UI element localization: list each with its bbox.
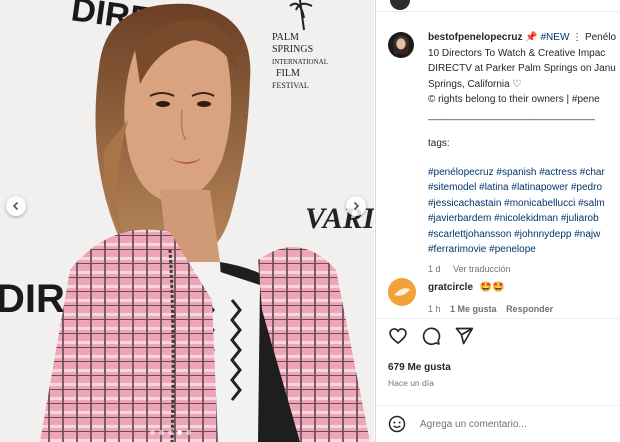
backdrop-text-film: FILM — [276, 68, 300, 79]
carousel-dot — [168, 430, 173, 435]
share-button[interactable] — [454, 326, 474, 346]
header-avatar[interactable] — [390, 0, 410, 10]
caption-hashtags: #penélopecruz #spanish #actress #char #s… — [428, 165, 620, 258]
caption-tags-label: tags: — [428, 138, 450, 149]
caption-separator: ______________________________ — [428, 109, 595, 121]
comment-button[interactable] — [421, 326, 441, 346]
carousel-prev-button[interactable] — [6, 196, 26, 216]
carousel-dot — [186, 430, 191, 435]
heart-icon — [389, 328, 407, 345]
comment-icon — [422, 327, 441, 346]
actions-divider — [376, 318, 620, 319]
carousel-dot-active — [177, 430, 182, 435]
comment-meta: 1 h 1 Me gusta Responder — [428, 304, 560, 314]
post-photo[interactable]: DIRECT PALM SPRINGS INTERNATIONAL FILM F… — [0, 0, 374, 442]
caption-age: 1 d — [428, 263, 441, 274]
caption-line: DIRECTV at Parker Palm Springs on Janu — [428, 63, 616, 74]
post-side-panel: bestofpenelopecruz 📌 #NEW ⋮ Penélo 10 Di… — [375, 0, 620, 442]
caption-new-tag[interactable]: #NEW — [540, 32, 569, 43]
caption-text: bestofpenelopecruz 📌 #NEW ⋮ Penélo 10 Di… — [428, 30, 620, 277]
see-translation-link[interactable]: Ver traducción — [453, 264, 511, 274]
hashtag-line[interactable]: #penélopecruz #spanish #actress #char — [428, 165, 620, 181]
caption-username[interactable]: bestofpenelopecruz — [428, 32, 522, 43]
hashtag-line[interactable]: #javierbardem #nicolekidman #juliarob — [428, 211, 620, 227]
comment-avatar[interactable] — [388, 278, 416, 306]
emoji-icon — [388, 415, 406, 433]
caption-meta: 1 d Ver traducción — [428, 262, 620, 278]
comment-likes[interactable]: 1 Me gusta — [450, 304, 497, 314]
caption-line: © rights belong to their owners | #pene — [428, 94, 600, 105]
likes-count[interactable]: 679 Me gusta — [388, 362, 451, 373]
caption-first-tail: ⋮ Penélo — [572, 32, 617, 43]
pin-icon: 📌 — [525, 32, 538, 43]
post-time: Hace un día — [388, 378, 434, 388]
hashtag-line[interactable]: #ferrarimovie #penelope — [428, 242, 620, 258]
post-actions — [388, 326, 474, 346]
chevron-left-icon — [12, 201, 19, 211]
photo-scene: DIRECT PALM SPRINGS INTERNATIONAL FILM F… — [0, 0, 374, 442]
caption-line: 10 Directors To Watch & Creative Impac — [428, 47, 606, 59]
hashtag-line[interactable]: #scarlettjohansson #johnnydepp #najw — [428, 227, 620, 243]
backdrop-text-international: INTERNATIONAL — [272, 58, 328, 66]
carousel-dot — [159, 430, 164, 435]
comment-username[interactable]: gratcircle — [428, 282, 473, 293]
carousel-next-button[interactable] — [346, 196, 366, 216]
comment-text: 🤩🤩 — [479, 282, 505, 293]
carousel-dots — [150, 430, 191, 435]
comment-body: gratcircle 🤩🤩 — [428, 282, 505, 293]
like-button[interactable] — [388, 326, 408, 346]
hashtag-line[interactable]: #sitemodel #latina #latinapower #pedro — [428, 180, 620, 196]
add-comment-bar — [376, 405, 620, 442]
comment-input[interactable] — [420, 416, 615, 432]
caption-avatar[interactable] — [388, 32, 414, 58]
backdrop-text-springs: SPRINGS — [272, 44, 313, 55]
post-header-strip — [376, 0, 620, 12]
share-icon — [455, 327, 474, 345]
comment-age: 1 h — [428, 304, 441, 314]
comment-reply-button[interactable]: Responder — [506, 304, 553, 314]
avatar-image — [393, 34, 409, 54]
carousel-dot — [150, 430, 155, 435]
caption-line: Springs, California ♡ — [428, 78, 522, 90]
hashtag-line[interactable]: #jessicachastain #monicabellucci #salm — [428, 196, 620, 212]
avatar-image — [388, 278, 416, 306]
emoji-picker-button[interactable] — [388, 415, 406, 433]
chevron-right-icon — [353, 201, 360, 211]
backdrop-text-festival: FESTIVAL — [272, 81, 309, 90]
backdrop-text-palm: PALM — [272, 32, 299, 43]
